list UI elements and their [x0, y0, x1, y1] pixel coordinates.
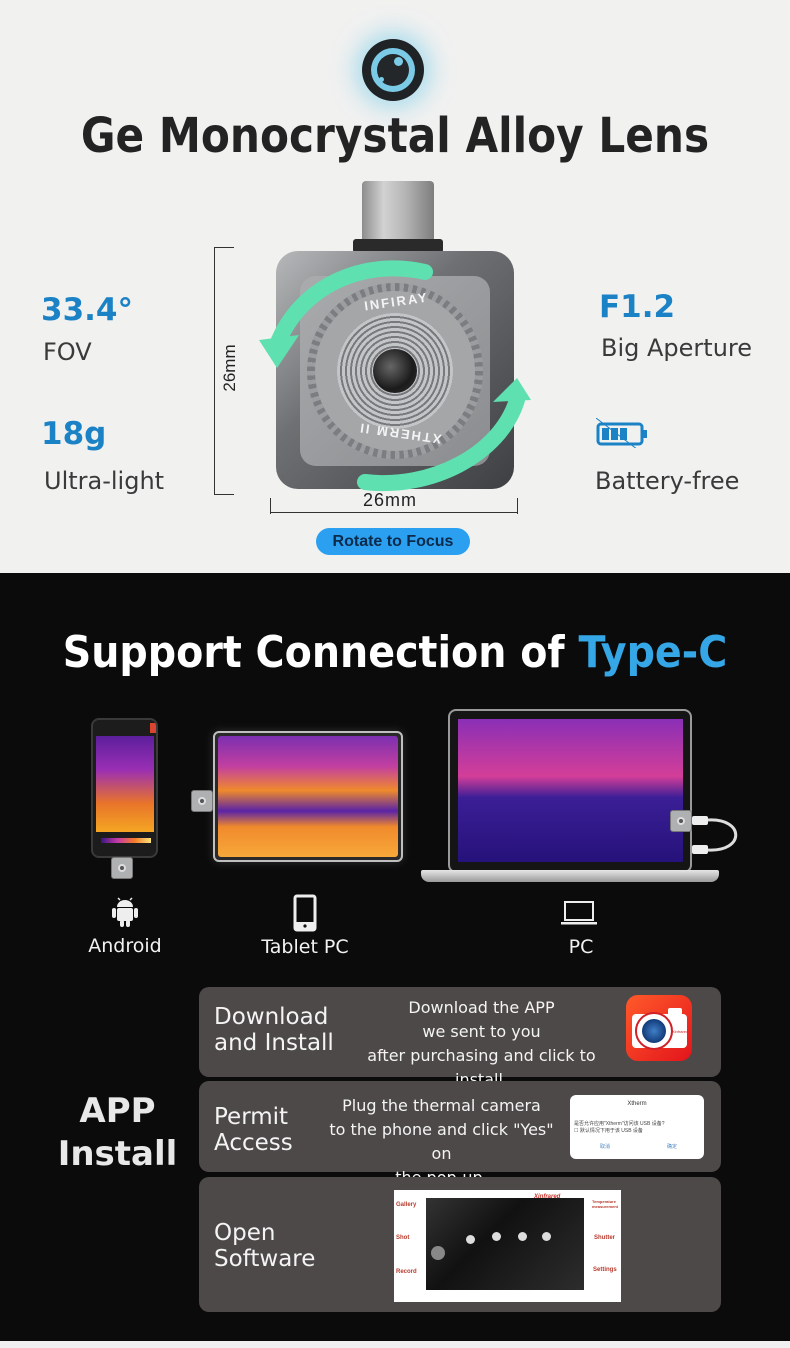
usb-c-connector [362, 181, 434, 243]
tablet-image [213, 731, 403, 862]
page-bottom-strip [0, 1341, 790, 1348]
software-screenshot: Xinfrared Gallery Shot Record Temperatur… [394, 1190, 621, 1302]
step-open-software: Open Software Xinfrared Gallery Shot Rec… [199, 1177, 721, 1312]
popup-checkbox[interactable]: ☐ 默认情况下用于该 USB 设备 [574, 1127, 643, 1134]
popup-confirm-button[interactable]: 确定 [667, 1143, 677, 1150]
desc-line: to the phone and click "Yes" on [329, 1120, 554, 1163]
connection-title: Support Connection of Type-C [40, 627, 751, 678]
thermal-spot [542, 1232, 551, 1241]
label-record: Record [396, 1269, 417, 1275]
desc-line: we sent to you [422, 1022, 541, 1041]
popup-checkbox-label: 默认情况下用于该 USB 设备 [579, 1128, 643, 1134]
device-label-tablet: Tablet PC [261, 936, 349, 958]
battery-free-label: Battery-free [595, 467, 740, 495]
step-title-line1: Download [214, 1004, 329, 1030]
laptop-icon [561, 901, 597, 925]
width-dimension-line [270, 498, 518, 514]
step-description: Download the APP we sent to you after pu… [339, 996, 624, 1092]
rotate-arrows-icon [259, 260, 531, 492]
step-title-line2: Access [214, 1130, 293, 1156]
device-label-pc: PC [568, 936, 594, 958]
camera-plug-tablet [191, 790, 213, 812]
camera-plug-phone [111, 857, 133, 879]
device-label-android: Android [88, 935, 162, 957]
step-title: Permit Access [214, 1104, 293, 1156]
connection-title-main: Support Connection of [62, 627, 579, 678]
label-shutter: Shutter [594, 1235, 615, 1241]
xtherm-app-icon: Xinfrared [626, 995, 692, 1061]
shot-button-icon [431, 1246, 445, 1260]
step-title-line1: Open [214, 1220, 276, 1246]
screenshot-brand: Xinfrared [534, 1194, 561, 1200]
label-temperature: Temperature measurement [592, 1199, 619, 1209]
app-icon-text: Xinfrared [672, 1029, 689, 1034]
rotate-to-focus-badge: Rotate to Focus [316, 528, 470, 555]
weight-value: 18g [41, 416, 107, 452]
step-title-line2: and Install [214, 1030, 334, 1056]
usb-permission-popup: Xtherm 是否允许应用"Xtherm"访问该 USB 设备? ☐ 默认情况下… [570, 1095, 704, 1159]
lens-icon [362, 39, 424, 101]
desc-line: Plug the thermal camera [342, 1096, 541, 1115]
camera-plug-laptop [670, 810, 692, 832]
label-settings: Settings [593, 1267, 617, 1273]
thermal-spot [466, 1235, 475, 1244]
popup-question: 是否允许应用"Xtherm"访问该 USB 设备? [574, 1121, 665, 1127]
weight-label: Ultra-light [44, 467, 165, 495]
android-icon [112, 897, 138, 927]
connection-title-accent: Type-C [578, 627, 728, 678]
laptop-image [448, 709, 692, 873]
tablet-icon [293, 894, 317, 932]
android-phone-image [91, 718, 158, 858]
thermal-spot [492, 1232, 501, 1241]
app-install-heading-line2: Install [57, 1134, 178, 1174]
label-gallery: Gallery [396, 1202, 417, 1208]
height-dimension-label: 26mm [220, 344, 239, 392]
label-shot: Shot [396, 1235, 410, 1241]
step-description: Plug the thermal camera to the phone and… [319, 1094, 564, 1190]
app-install-heading-line1: APP [79, 1091, 156, 1131]
step-title-line2: Software [214, 1246, 316, 1272]
lens-feature-section: Ge Monocrystal Alloy Lens 33.4° FOV 18g … [0, 0, 790, 573]
width-dimension-label: 26mm [362, 490, 417, 510]
step-permit-access: Permit Access Plug the thermal camera to… [199, 1081, 721, 1187]
aperture-label: Big Aperture [601, 334, 753, 362]
page-title: Ge Monocrystal Alloy Lens [80, 108, 710, 164]
popup-title: Xtherm [627, 1101, 647, 1107]
battery-free-icon [596, 418, 647, 448]
fov-label: FOV [43, 338, 92, 366]
app-install-heading: APP Install [45, 1090, 190, 1176]
aperture-value: F1.2 [599, 289, 676, 325]
popup-cancel-button[interactable]: 取消 [600, 1143, 610, 1150]
step-title: Download and Install [214, 1004, 334, 1056]
step-title-line1: Permit [214, 1104, 289, 1130]
step-title: Open Software [214, 1220, 315, 1272]
laptop-base [421, 870, 719, 882]
thermal-spot [518, 1232, 527, 1241]
step-download-install: Download and Install Download the APP we… [199, 987, 721, 1089]
desc-line: Download the APP [408, 998, 555, 1017]
usb-cable [692, 816, 738, 854]
fov-value: 33.4° [41, 292, 133, 328]
